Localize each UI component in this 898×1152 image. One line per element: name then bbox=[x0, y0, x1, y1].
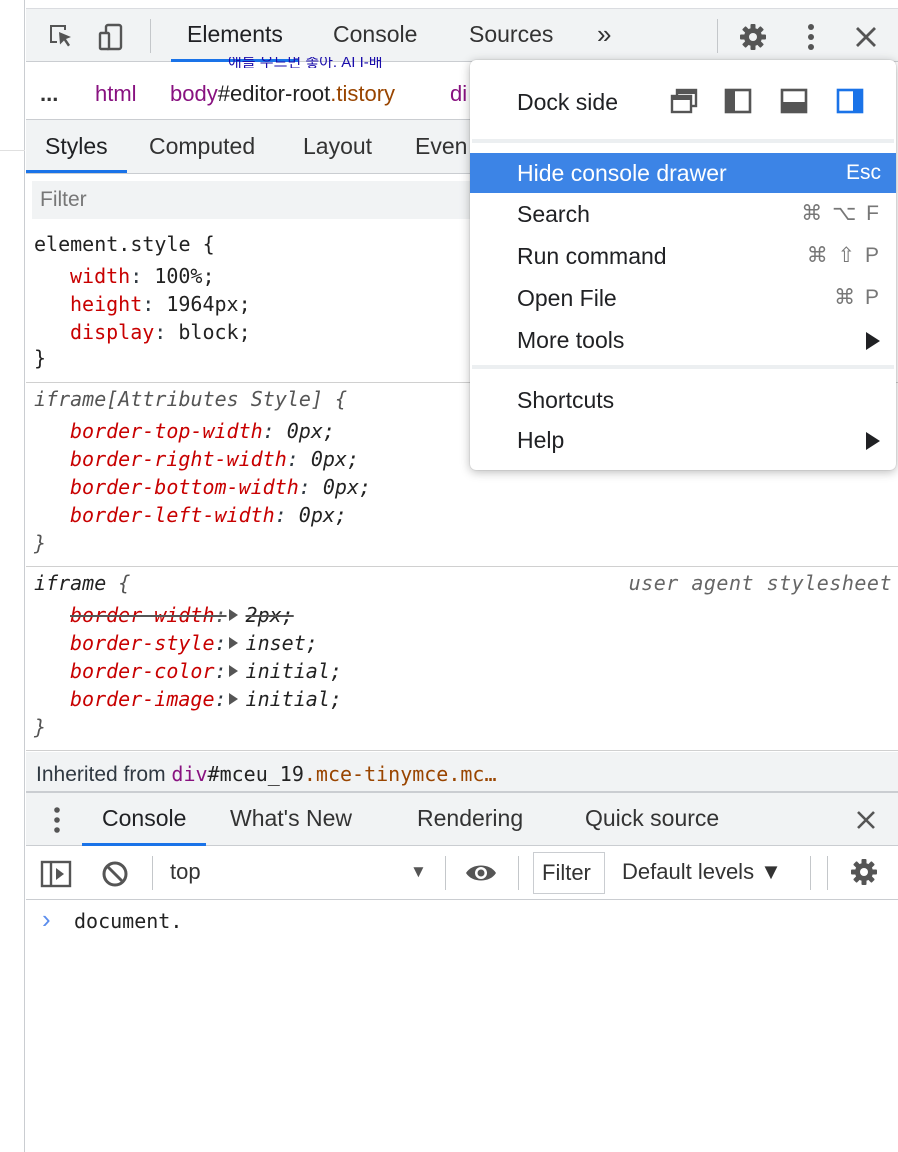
style-declaration: border-left-width: 0px; bbox=[70, 503, 347, 527]
tab-console[interactable]: Console bbox=[333, 9, 417, 62]
dock-left-icon[interactable] bbox=[724, 88, 752, 114]
style-declaration[interactable]: height: 1964px; bbox=[70, 292, 251, 316]
expand-triangle-icon[interactable] bbox=[228, 693, 238, 705]
style-declaration[interactable]: width: 100%; bbox=[70, 264, 215, 288]
tab-event-listeners[interactable]: Even bbox=[415, 120, 467, 173]
menu-item-search[interactable]: Search ⌘ ⌥ F bbox=[470, 194, 896, 234]
expand-triangle-icon[interactable] bbox=[228, 665, 238, 677]
dock-undock-icon[interactable] bbox=[670, 88, 698, 114]
close-drawer-icon[interactable] bbox=[856, 809, 876, 836]
menu-item-open-file[interactable]: Open File ⌘ P bbox=[470, 278, 896, 318]
expand-triangle-icon[interactable] bbox=[228, 637, 238, 649]
clear-console-icon[interactable] bbox=[100, 859, 130, 895]
console-output[interactable]: › document. bbox=[26, 900, 898, 1152]
breadcrumb-item-div[interactable]: di bbox=[450, 68, 467, 119]
log-levels-dropdown[interactable]: Default levels ▼ bbox=[622, 846, 782, 898]
execution-context-select[interactable]: top bbox=[170, 846, 201, 898]
console-settings-gear-icon[interactable] bbox=[849, 857, 879, 893]
style-declaration-overridden: border-width: 2px; bbox=[70, 603, 294, 627]
menu-item-help[interactable]: Help bbox=[470, 420, 896, 460]
console-input[interactable]: document. bbox=[74, 906, 182, 936]
more-tabs-chevron-icon[interactable]: » bbox=[597, 9, 611, 62]
show-sidebar-icon[interactable] bbox=[40, 860, 72, 894]
dock-bottom-icon[interactable] bbox=[780, 88, 808, 114]
submenu-arrow-icon bbox=[866, 332, 880, 350]
rule-selector[interactable]: element.style { bbox=[34, 232, 215, 256]
breadcrumb-item-body[interactable]: body#editor-root.tistory bbox=[170, 68, 395, 119]
rule-close-brace: } bbox=[34, 531, 47, 555]
device-toolbar-icon[interactable] bbox=[94, 19, 130, 55]
submenu-arrow-icon bbox=[866, 432, 880, 450]
console-prompt-icon: › bbox=[42, 904, 51, 934]
drawer-tabbar: Console What's New Rendering Quick sourc… bbox=[26, 792, 898, 846]
tab-computed[interactable]: Computed bbox=[149, 120, 255, 173]
styles-filter-input[interactable] bbox=[32, 181, 476, 219]
style-rule-iframe-user-agent: iframe { user agent stylesheet border-wi… bbox=[26, 567, 898, 751]
breadcrumb-item-html[interactable]: html bbox=[95, 68, 137, 119]
style-declaration: border-image: initial; bbox=[70, 687, 342, 711]
style-declaration: border-style: inset; bbox=[70, 631, 318, 655]
breadcrumb: ... html body#editor-root.tistory di bbox=[26, 68, 476, 120]
drawer-tab-rendering[interactable]: Rendering bbox=[417, 793, 523, 846]
expand-triangle-icon[interactable] bbox=[228, 609, 238, 621]
inherited-from-header: Inherited from div#mceu_19.mce-tinymce.m… bbox=[26, 752, 898, 792]
close-devtools-icon[interactable] bbox=[848, 19, 884, 55]
inspect-element-icon[interactable] bbox=[43, 19, 79, 55]
menu-item-hide-console-drawer[interactable]: Hide console drawer Esc bbox=[470, 153, 896, 193]
styles-pane-tabs: Styles Computed Layout Even bbox=[26, 120, 476, 174]
rule-selector: iframe { bbox=[34, 571, 131, 595]
customize-kebab-icon[interactable] bbox=[793, 19, 829, 55]
menu-item-run-command[interactable]: Run command ⌘ ⇧ P bbox=[470, 236, 896, 276]
tab-styles[interactable]: Styles bbox=[26, 120, 127, 173]
style-declaration[interactable]: display: block; bbox=[70, 320, 251, 344]
devtools-customize-menu: Dock side Hide console drawer Esc Search… bbox=[470, 60, 896, 470]
drawer-tab-whats-new[interactable]: What's New bbox=[230, 793, 352, 846]
styles-filter-bar bbox=[26, 175, 476, 227]
console-toolbar: top ▼ Default levels ▼ bbox=[26, 846, 898, 900]
rule-close-brace: } bbox=[34, 346, 47, 370]
inherited-node-link[interactable]: div#mceu_19.mce-tinymce.mc… bbox=[171, 762, 496, 786]
style-declaration: border-color: initial; bbox=[70, 659, 342, 683]
drawer-tab-console[interactable]: Console bbox=[82, 793, 207, 846]
drawer-tab-quick-source[interactable]: Quick source bbox=[585, 793, 719, 846]
breadcrumb-ellipsis[interactable]: ... bbox=[40, 68, 58, 119]
menu-item-shortcuts[interactable]: Shortcuts bbox=[470, 380, 896, 420]
context-dropdown-icon[interactable]: ▼ bbox=[410, 846, 427, 898]
rule-source-link: user agent stylesheet bbox=[628, 571, 892, 595]
tab-sources[interactable]: Sources bbox=[469, 9, 553, 62]
settings-gear-icon[interactable] bbox=[735, 19, 771, 55]
style-declaration: border-top-width: 0px; bbox=[70, 419, 335, 443]
drawer-menu-kebab-icon[interactable] bbox=[52, 805, 62, 841]
console-filter-input[interactable] bbox=[533, 852, 605, 894]
tab-elements[interactable]: Elements bbox=[171, 9, 299, 62]
rule-selector: iframe[Attributes Style] { bbox=[34, 387, 348, 411]
tab-layout[interactable]: Layout bbox=[303, 120, 372, 173]
style-declaration: border-right-width: 0px; bbox=[70, 447, 360, 471]
dock-right-icon[interactable] bbox=[836, 88, 864, 114]
style-declaration: border-bottom-width: 0px; bbox=[70, 475, 372, 499]
page-viewport-edge bbox=[0, 0, 25, 1152]
rule-close-brace: } bbox=[34, 715, 47, 739]
live-expression-eye-icon[interactable] bbox=[464, 861, 498, 891]
menu-item-more-tools[interactable]: More tools bbox=[470, 320, 896, 360]
devtools-main-toolbar: Elements Console Sources » bbox=[26, 8, 898, 62]
dock-side-label: Dock side bbox=[517, 89, 618, 115]
